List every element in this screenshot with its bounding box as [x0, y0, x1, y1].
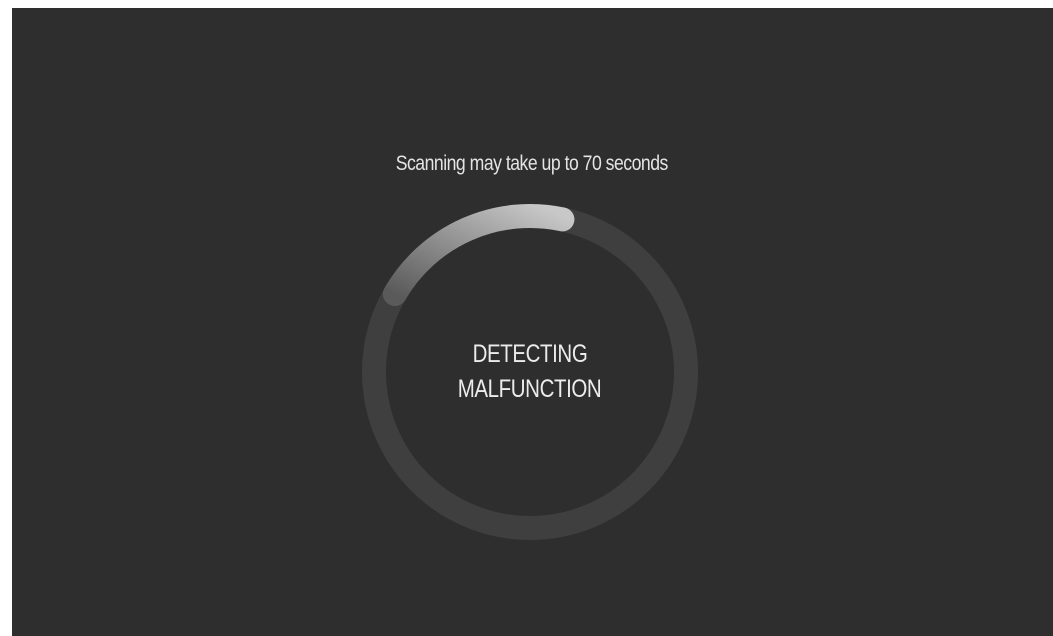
- scan-screen: Scanning may take up to 70 seconds DETEC…: [12, 8, 1053, 636]
- status-line-1: DETECTING: [472, 340, 588, 368]
- status-label: DETECTING MALFUNCTION: [349, 191, 711, 553]
- scan-duration-note: Scanning may take up to 70 seconds: [395, 152, 669, 175]
- status-line-2: MALFUNCTION: [458, 375, 602, 403]
